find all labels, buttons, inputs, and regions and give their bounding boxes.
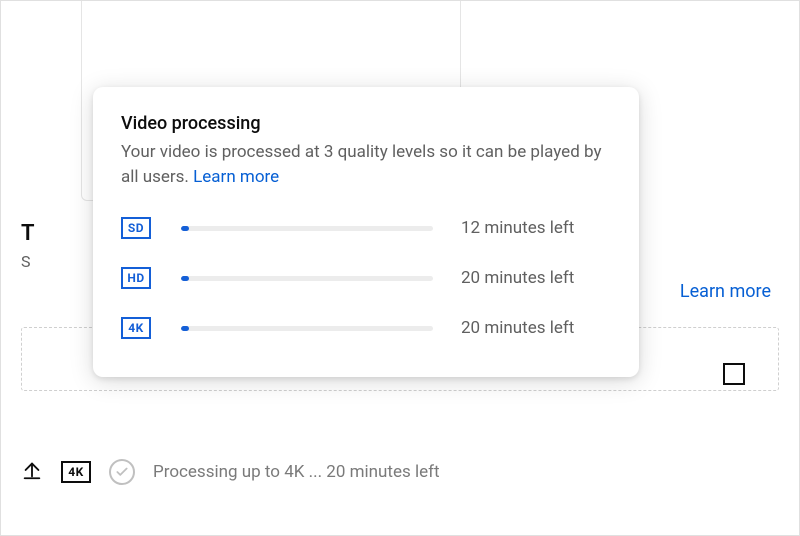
quality-row-hd: HD 20 minutes left [121,259,611,297]
upload-icon [21,459,43,485]
learn-more-link[interactable]: Learn more [680,281,771,302]
status-bar: 4K Processing up to 4K ... 20 minutes le… [21,459,779,485]
video-processing-tooltip: Video processing Your video is processed… [93,87,639,377]
status-4k-badge-icon: 4K [61,461,91,483]
hd-progress-bar [181,276,433,281]
4k-badge-icon: 4K [121,317,151,339]
hd-progress-fill [181,276,189,281]
quality-row-4k: 4K 20 minutes left [121,309,611,347]
sd-badge-icon: SD [121,217,151,239]
tooltip-description: Your video is processed at 3 quality lev… [121,140,611,189]
hd-time-remaining: 20 minutes left [461,268,611,288]
hd-badge-icon: HD [121,267,151,289]
sd-progress-bar [181,226,433,231]
quality-row-sd: SD 12 minutes left [121,209,611,247]
tooltip-title: Video processing [121,113,611,134]
processing-check-icon [109,459,135,485]
small-truncated-icon [723,363,745,385]
tooltip-learn-more-link[interactable]: Learn more [193,167,279,187]
4k-progress-bar [181,326,433,331]
sd-progress-fill [181,226,189,231]
4k-progress-fill [181,326,189,331]
4k-time-remaining: 20 minutes left [461,318,611,338]
sd-time-remaining: 12 minutes left [461,218,611,238]
status-text: Processing up to 4K ... 20 minutes left [153,462,440,482]
